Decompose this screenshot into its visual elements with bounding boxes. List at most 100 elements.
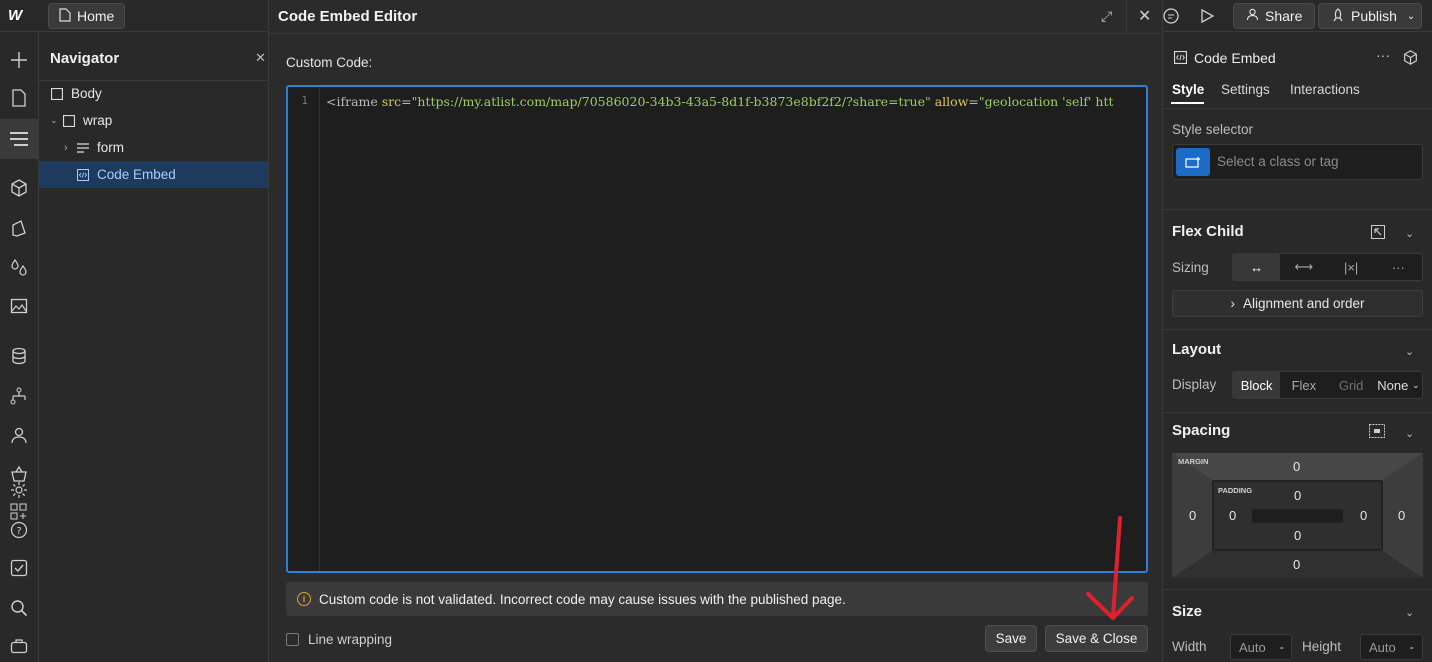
logic-flow-icon[interactable] (9, 386, 29, 406)
spacing-presets-icon[interactable] (1369, 424, 1385, 441)
display-option-none-label: None (1377, 377, 1409, 393)
navigator-panel: Navigator ✕ Body ⌄ wrap › form Code Embe… (39, 32, 269, 662)
width-unit[interactable]: - (1280, 640, 1284, 654)
margin-top-value[interactable]: 0 (1293, 459, 1300, 474)
tree-item-form[interactable]: › form (39, 134, 269, 161)
page-switcher-button[interactable]: Home (48, 3, 126, 29)
video-tutorials-icon[interactable] (9, 636, 29, 656)
share-button[interactable]: Share (1233, 3, 1316, 29)
modal-title: Code Embed Editor (278, 8, 418, 25)
tab-style[interactable]: Style (1172, 82, 1204, 97)
alignment-label: Alignment and order (1242, 296, 1365, 311)
assets-image-icon[interactable] (9, 296, 29, 316)
line-wrapping-toggle[interactable]: Line wrapping (286, 632, 392, 647)
sizing-none-icon[interactable]: |×| (1328, 254, 1375, 280)
chevron-down-icon[interactable]: ⌄ (1405, 427, 1414, 440)
webflow-logo[interactable]: W (8, 7, 32, 25)
warning-text: Custom code is not validated. Incorrect … (319, 591, 846, 607)
custom-code-label: Custom Code: (286, 55, 373, 70)
search-icon[interactable] (9, 598, 29, 618)
width-input[interactable]: Auto - (1230, 634, 1292, 660)
display-label: Display (1172, 377, 1217, 392)
flex-child-title: Flex Child (1172, 223, 1244, 240)
code-line[interactable]: <iframe src="https://my.atlist.com/map/7… (326, 94, 1114, 109)
layout-title: Layout (1172, 341, 1222, 358)
code-token-eq: = (968, 94, 979, 109)
sizing-grow-icon[interactable]: ⟷ (1280, 254, 1327, 280)
square-icon (62, 114, 76, 128)
display-option-grid[interactable]: Grid (1328, 372, 1375, 398)
more-options-icon[interactable]: ··· (1376, 47, 1390, 63)
help-question-icon[interactable]: ? (9, 520, 29, 540)
chevron-down-icon[interactable]: ⌄ (1405, 606, 1414, 619)
margin-right-value[interactable]: 0 (1398, 508, 1405, 523)
line-number: 1 (301, 94, 308, 107)
alignment-and-order-button[interactable]: › Alignment and order (1172, 290, 1423, 317)
display-segmented-control: Block Flex Grid None ⌄ (1232, 371, 1423, 399)
save-and-close-button[interactable]: Save & Close (1045, 625, 1148, 652)
class-selector-icon (1176, 148, 1210, 176)
tree-item-code-embed[interactable]: Code Embed (39, 161, 269, 188)
margin-bottom-value[interactable]: 0 (1293, 557, 1300, 572)
close-icon[interactable]: ✕ (1138, 6, 1151, 26)
chevron-right-icon: › (1230, 296, 1235, 311)
padding-bottom-value[interactable]: 0 (1294, 528, 1301, 543)
preview-play-icon[interactable] (1197, 6, 1217, 26)
chevron-down-icon[interactable]: ⌄ (50, 115, 62, 126)
code-embed-editor-modal: Code Embed Editor ⤢ ✕ Custom Code: 1 <if… (268, 0, 1164, 662)
divider (1163, 412, 1432, 413)
users-icon[interactable] (9, 425, 29, 445)
sizing-shrink-icon[interactable]: ↔ (1233, 254, 1281, 280)
tree-item-label: wrap (83, 113, 113, 128)
apps-grid-icon[interactable] (9, 502, 29, 522)
code-token-tag: <iframe (326, 94, 378, 109)
navigator-icon[interactable] (9, 129, 29, 149)
cms-database-icon[interactable] (9, 346, 29, 366)
sizing-more-icon[interactable]: ··· (1375, 254, 1422, 280)
divider (1126, 0, 1127, 34)
expand-icon[interactable]: ⤢ (1101, 8, 1112, 25)
close-icon[interactable]: ✕ (255, 50, 266, 66)
display-option-block[interactable]: Block (1233, 372, 1281, 398)
components-icon[interactable] (9, 178, 29, 198)
chevron-down-icon[interactable]: ⌄ (1405, 345, 1414, 358)
audit-check-icon[interactable] (9, 558, 29, 578)
code-editor[interactable]: 1 <iframe src="https://my.atlist.com/map… (286, 85, 1148, 573)
comments-icon[interactable] (1161, 6, 1181, 26)
style-guide-icon[interactable] (9, 218, 29, 238)
code-token-string: "geolocation 'self' htt (978, 94, 1114, 109)
padding-top-value[interactable]: 0 (1294, 488, 1301, 503)
tree-item-wrap[interactable]: ⌄ wrap (39, 107, 269, 134)
line-wrapping-checkbox[interactable] (286, 633, 299, 646)
padding-right-value[interactable]: 0 (1360, 508, 1367, 523)
width-label: Width (1172, 639, 1207, 654)
publish-label: Publish (1351, 8, 1397, 24)
code-token-attr: src (381, 94, 402, 109)
settings-gear-icon[interactable] (9, 480, 29, 500)
spacing-title: Spacing (1172, 422, 1231, 439)
code-embed-icon (76, 168, 90, 182)
margin-left-value[interactable]: 0 (1189, 508, 1196, 523)
tree-item-body[interactable]: Body (39, 80, 269, 107)
flex-child-direction-icon[interactable] (1371, 225, 1385, 242)
style-selector-input[interactable]: Select a class or tag (1172, 144, 1423, 180)
component-box-icon[interactable] (1403, 50, 1418, 68)
display-option-flex[interactable]: Flex (1280, 372, 1327, 398)
display-option-none[interactable]: None ⌄ (1375, 372, 1422, 398)
tab-settings[interactable]: Settings (1221, 82, 1270, 97)
rocket-icon (1331, 7, 1345, 25)
variables-drops-icon[interactable] (9, 257, 29, 277)
save-button[interactable]: Save (985, 625, 1037, 652)
publish-button[interactable]: Publish ⌄ (1318, 3, 1422, 29)
tree-item-label: form (97, 140, 124, 155)
chevron-right-icon[interactable]: › (64, 142, 76, 154)
height-unit[interactable]: - (1410, 640, 1414, 654)
tab-interactions[interactable]: Interactions (1290, 82, 1360, 97)
chevron-down-icon[interactable]: ⌄ (1405, 227, 1414, 240)
line-wrapping-label: Line wrapping (308, 632, 393, 647)
pages-icon[interactable] (9, 88, 29, 108)
left-tool-rail: ? (0, 32, 39, 662)
add-elements-icon[interactable] (9, 50, 29, 70)
height-input[interactable]: Auto - (1360, 634, 1423, 660)
padding-left-value[interactable]: 0 (1229, 508, 1236, 523)
